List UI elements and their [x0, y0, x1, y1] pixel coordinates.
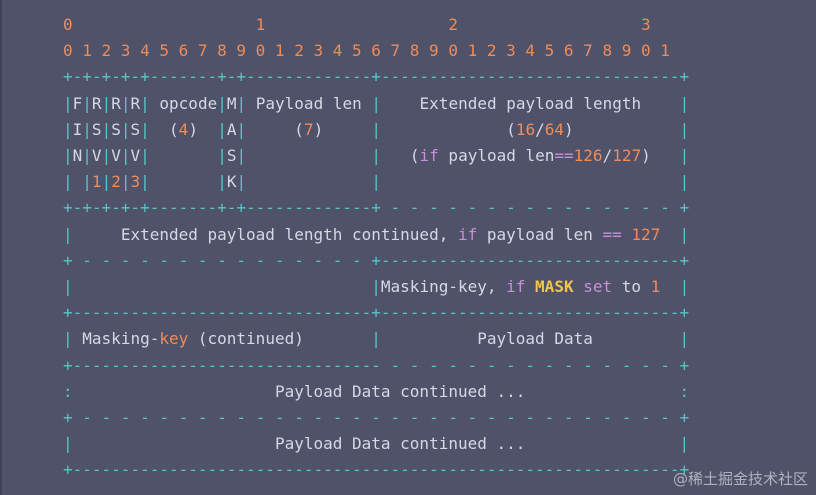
websocket-frame-diagram: 0 1 2 3 0 1 2 3 4 5 6 7 8 9 0 1 2 3 4 5 … [63, 15, 690, 480]
payload-data-label: Payload Data [477, 329, 593, 349]
mask-keyword: MASK [535, 277, 574, 297]
fin-letter-f: F [72, 93, 83, 113]
extended-payload-length-label: Extended payload length [419, 93, 642, 113]
payload-data-continued-1: Payload Data continued ... [274, 381, 526, 401]
keyword-if: if [419, 146, 439, 166]
watermark: @稀土掘金技术社区 [672, 470, 808, 488]
bit-tens-row: 0 1 2 3 [63, 15, 651, 34]
payload-len-label: Payload len [255, 93, 362, 113]
bit-index-row: 0 1 2 3 4 5 6 7 8 9 0 1 2 3 4 5 6 7 8 9 … [63, 41, 670, 61]
rsv3-letter: R [130, 93, 141, 113]
payload-data-continued-2: Payload Data continued ... [274, 434, 526, 454]
opcode-label: opcode [159, 93, 218, 113]
payload-len-bits: 7 [303, 119, 314, 139]
rsv2-letter: R [111, 93, 121, 113]
extended-length-continued: Extended payload length continued, [120, 224, 458, 244]
masking-key-continued: Masking- [82, 329, 160, 349]
masking-key-label: Masking-key, [380, 277, 507, 297]
rsv1-letter: R [91, 93, 102, 113]
opcode-bits: 4 [178, 119, 189, 139]
